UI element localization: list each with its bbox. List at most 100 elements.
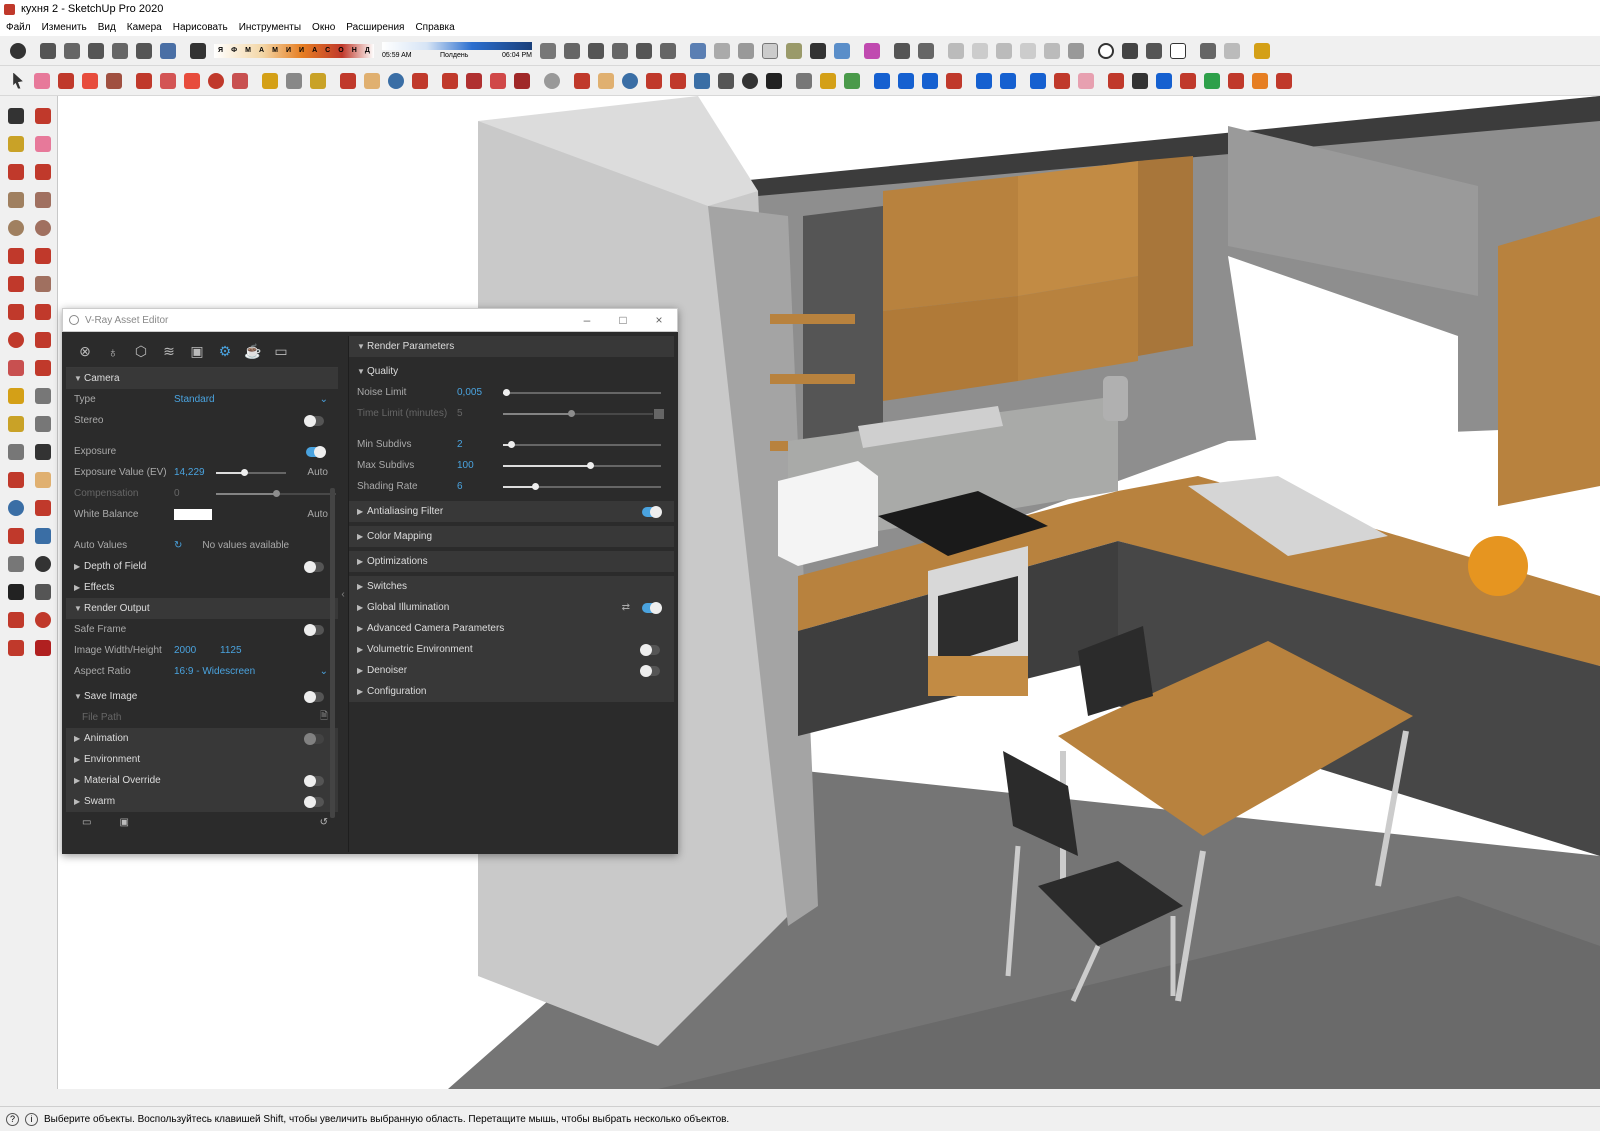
warehouse-icon[interactable] [890,39,914,63]
pan-icon[interactable] [594,69,618,93]
camera-section[interactable]: ▼ Camera [66,368,338,389]
shadow-settings[interactable]: ЯФМАМИИАСОНД 05:59 AM Полдень 06:04 PM [214,40,532,62]
look-around-icon[interactable] [738,69,762,93]
vray-render-icon[interactable] [6,39,30,63]
compensation-input[interactable]: 0 [174,488,180,499]
3d-text-icon[interactable] [29,438,56,465]
rotated-rectangle-icon[interactable] [29,186,56,213]
zoom-icon[interactable] [2,494,29,521]
two-point-arc-icon[interactable] [29,242,56,269]
vray-interactive-icon[interactable] [1142,39,1166,63]
arc-icon[interactable] [78,69,102,93]
shaded-icon[interactable] [782,39,806,63]
orbit-icon[interactable] [336,69,360,93]
ev-slider[interactable] [216,469,286,476]
menu-view[interactable]: Вид [98,22,116,33]
push-pull-icon[interactable] [29,298,56,325]
move-orange-icon[interactable] [1224,69,1248,93]
tree-icon[interactable] [840,69,864,93]
vray-fur-icon[interactable] [29,634,56,661]
dof-toggle[interactable] [304,560,324,573]
text-icon[interactable] [282,69,306,93]
walk-icon[interactable] [714,69,738,93]
save-icon[interactable]: ▣ [119,817,128,828]
section-plane-icon[interactable] [29,578,56,605]
red-arrows-icon[interactable] [942,69,966,93]
zoom-icon[interactable] [384,69,408,93]
swarm-section[interactable]: ▶ Swarm [66,791,338,812]
dof-row[interactable]: ▶ Depth of Field [66,556,338,577]
info-icon[interactable]: i [25,1112,38,1126]
vray-title-bar[interactable]: V-Ray Asset Editor – □ × [62,308,678,332]
move-red2-icon[interactable] [1176,69,1200,93]
vray-material-icon[interactable] [2,606,29,633]
minimize-icon[interactable]: – [569,313,605,327]
protractor-icon[interactable] [2,410,29,437]
monochrome-icon[interactable] [830,39,854,63]
animation-toggle[interactable] [304,732,324,745]
max-subdivs-slider[interactable] [503,462,661,469]
top-view-icon[interactable] [560,39,584,63]
min-subdivs-slider[interactable] [503,441,661,448]
three-point-arc-icon[interactable] [2,270,29,297]
move-red3-icon[interactable] [1272,69,1296,93]
shadow-time-slider[interactable]: 05:59 AM Полдень 06:04 PM [382,40,532,62]
make-component-icon[interactable] [29,102,56,129]
pencil-icon[interactable] [54,69,78,93]
volumetric-environment-section[interactable]: ▶ Volumetric Environment [349,639,674,660]
advanced-camera-section[interactable]: ▶ Advanced Camera Parameters [349,618,674,639]
move-red-icon[interactable] [1104,69,1128,93]
settings-scrollbar[interactable] [330,488,335,818]
iso-view-icon[interactable] [536,39,560,63]
component-icon[interactable] [36,39,60,63]
color-cube-icon[interactable] [870,69,894,93]
previous-view-icon[interactable] [690,69,714,93]
position-camera-icon[interactable] [540,69,564,93]
orbit-icon[interactable] [2,466,29,493]
animation-section[interactable]: ▶ Animation [66,728,338,749]
tape-measure-icon[interactable] [258,69,282,93]
right-view-icon[interactable] [608,39,632,63]
pan-icon[interactable] [360,69,384,93]
solid-trim-icon[interactable] [1040,39,1064,63]
arc-icon[interactable] [2,242,29,269]
front-view-icon[interactable] [584,39,608,63]
select-arrow-icon[interactable] [2,102,29,129]
orbit-icon[interactable] [570,69,594,93]
outliner-icon[interactable] [108,39,132,63]
ev-value-input[interactable]: 14,229 [174,467,205,478]
min-subdivs-input[interactable]: 2 [457,439,463,450]
back-view-icon[interactable] [632,39,656,63]
effects-row[interactable]: ▶ Effects [66,577,338,598]
denoiser-toggle[interactable] [640,664,660,677]
extension-warehouse-icon[interactable] [914,39,938,63]
render-output-section[interactable]: ▼ Render Output [66,598,338,619]
vray-sphere-icon[interactable] [29,606,56,633]
global-illumination-section[interactable]: ▶ Global Illumination ⇄ [349,597,674,618]
solid-union-icon[interactable] [944,39,968,63]
materials-icon[interactable]: ⊗ [74,341,96,363]
zoom-extents-icon[interactable] [2,522,29,549]
move-amber-icon[interactable] [1248,69,1272,93]
vray-proxy-icon[interactable] [486,69,510,93]
group-icon[interactable] [60,39,84,63]
look-around-icon[interactable] [29,550,56,577]
menu-help[interactable]: Справка [415,22,454,33]
solid-split-icon[interactable] [1064,39,1088,63]
paint-bucket-icon[interactable] [306,69,330,93]
menu-window[interactable]: Окно [312,22,335,33]
wireframe-icon[interactable] [734,39,758,63]
scale-icon[interactable] [2,354,29,381]
axes-icon[interactable] [2,438,29,465]
move-icon[interactable] [2,298,29,325]
section-plane-icon[interactable] [860,39,884,63]
maximize-icon[interactable]: □ [605,313,641,327]
shading-rate-input[interactable]: 6 [457,481,463,492]
xray-icon[interactable] [686,39,710,63]
arrows-icon[interactable] [918,69,942,93]
vray-light-icon[interactable] [1250,39,1274,63]
menu-edit[interactable]: Изменить [42,22,87,33]
eraser-icon[interactable] [186,39,210,63]
revert-icon[interactable]: ↺ [320,817,328,828]
pie-icon[interactable] [29,270,56,297]
